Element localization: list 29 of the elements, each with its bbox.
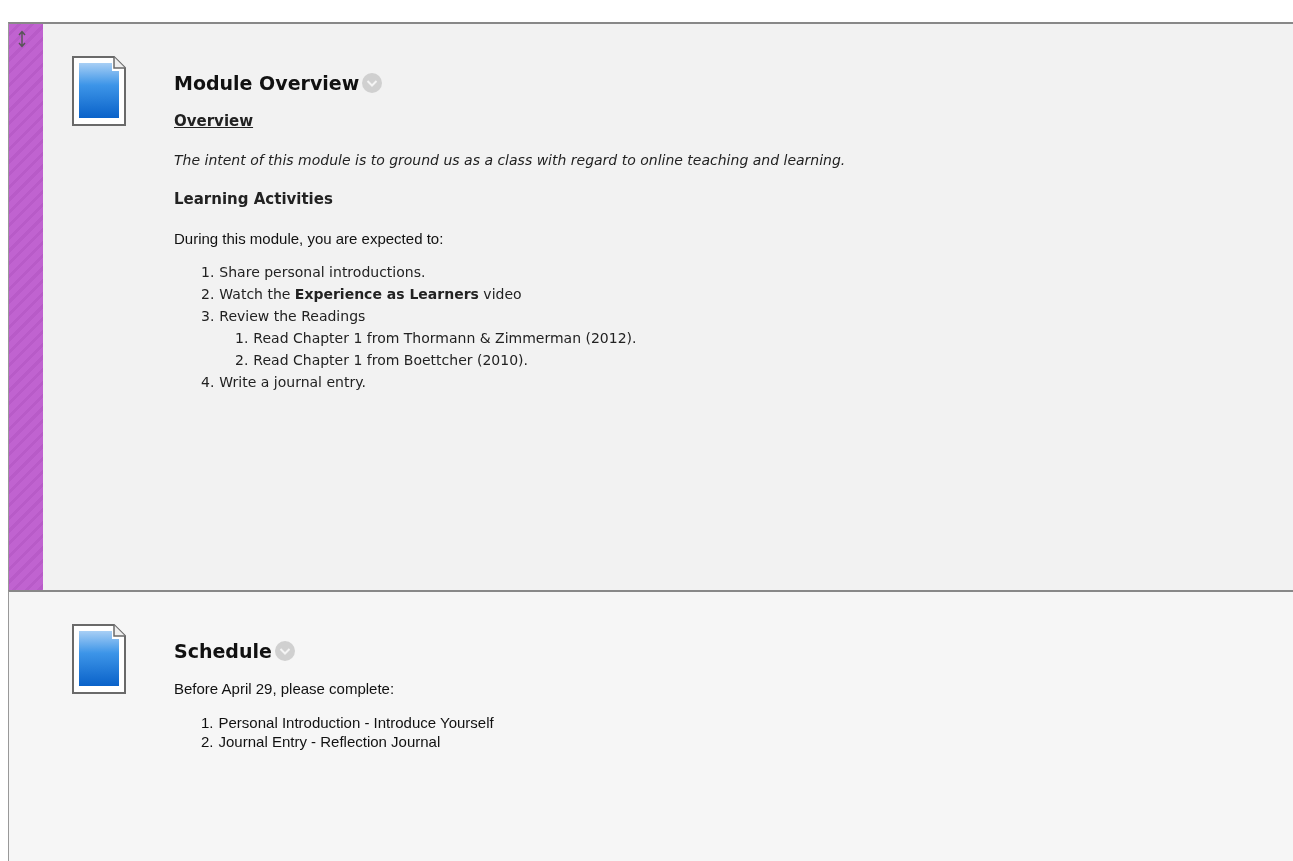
list-item-text: Review the Readings (219, 307, 366, 326)
list-number: 4. (201, 373, 215, 392)
list-item-text: Watch the Experience as Learners video (219, 285, 522, 304)
dropdown-icon[interactable] (274, 641, 295, 661)
list-item-text: Share personal introductions. (219, 263, 426, 282)
list-item-text: Read Chapter 1 from Thormann & Zimmerman (2012). (253, 329, 637, 348)
list-number: 1. (201, 713, 214, 732)
list-item-text: Personal Introduction - Introduce Yourself (218, 713, 494, 732)
list-item-text: Write a journal entry. (219, 373, 366, 392)
document-icon (72, 56, 126, 126)
section-heading: Learning Activities (174, 190, 333, 208)
document-icon (72, 624, 126, 694)
drag-handle[interactable] (9, 24, 43, 590)
list-item-text: Journal Entry - Reflection Journal (218, 732, 441, 751)
description-text: The intent of this module is to ground us as a class with regard to online teaching and learning. (174, 152, 846, 168)
list-number: 1. (235, 329, 249, 348)
list-number: 2. (201, 732, 214, 751)
body-text: During this module, you are expected to: (174, 230, 444, 247)
up-down-arrow-icon (18, 30, 26, 48)
list-number: 1. (201, 263, 215, 282)
list-number: 2. (201, 285, 215, 304)
list-number: 2. (235, 351, 249, 370)
section-heading: Overview (174, 112, 254, 130)
item-title[interactable]: Module Overview (174, 72, 360, 94)
item-title[interactable]: Schedule (174, 640, 272, 662)
list-number: 3. (201, 307, 215, 326)
body-text: Before April 29, please complete: (174, 680, 395, 697)
dropdown-icon[interactable] (362, 73, 383, 93)
list-item-text: Read Chapter 1 from Boettcher (2010). (253, 351, 528, 370)
